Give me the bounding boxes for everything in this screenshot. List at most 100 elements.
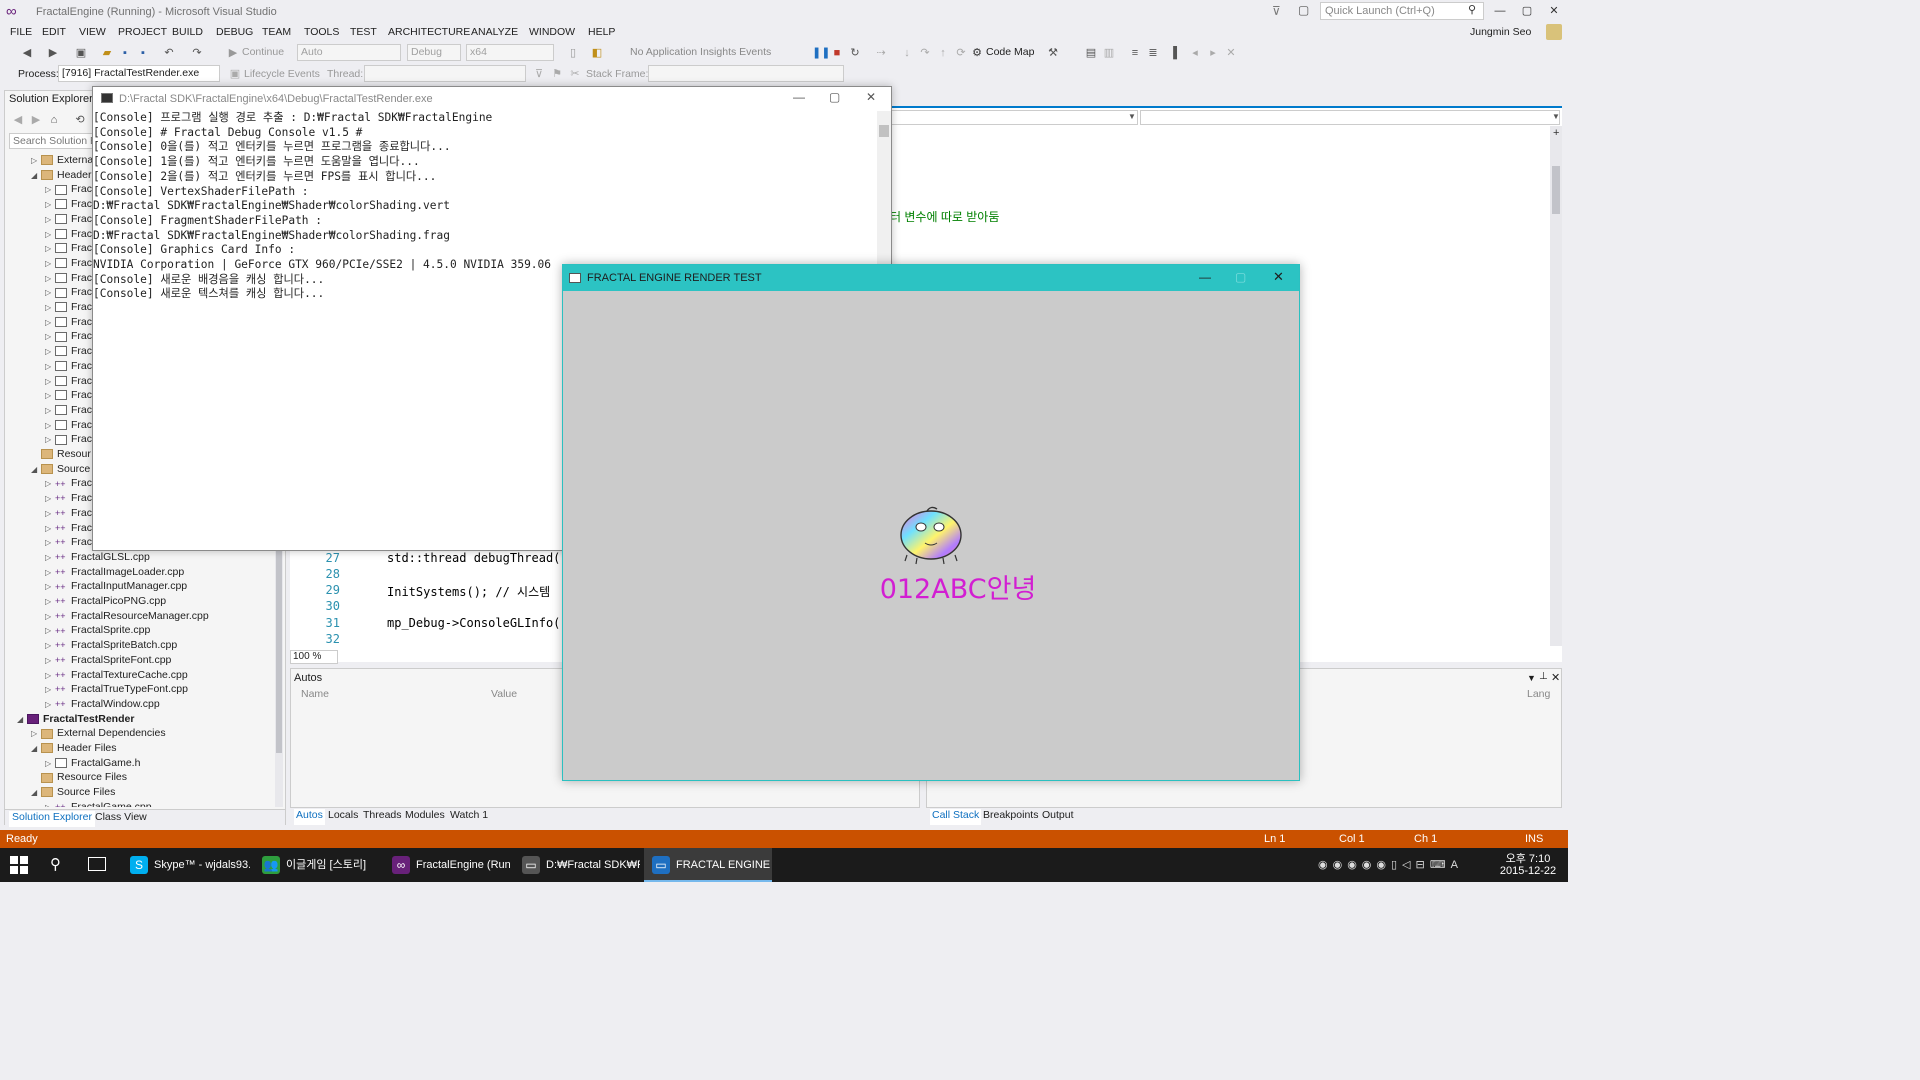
collapsed-arrow-icon[interactable]: ▷	[45, 683, 55, 698]
tree-item[interactable]: Resour	[31, 447, 91, 462]
tree-item[interactable]: ▷ Frac	[45, 432, 92, 447]
tab-threads[interactable]: Threads	[363, 809, 402, 825]
tree-item[interactable]: ▷ ++ FractalSpriteBatch.cpp	[45, 638, 177, 653]
tree-item[interactable]: ▷ ++ FractalSpriteFont.cpp	[45, 653, 171, 668]
render-window[interactable]: FRACTAL ENGINE RENDER TEST — ▢ ✕ 012ABC안…	[562, 264, 1300, 781]
back-icon[interactable]: ◀	[20, 46, 34, 60]
continue-button[interactable]: Continue	[242, 46, 284, 58]
callstack-col-lang[interactable]: Lang	[1527, 688, 1550, 700]
collapsed-arrow-icon[interactable]: ▷	[45, 757, 55, 772]
autos-col-value[interactable]: Value	[491, 688, 517, 700]
tree-item[interactable]: ▷ External Dependencies	[31, 726, 166, 741]
tree-item[interactable]: ▷ ++ FractalWindow.cpp	[45, 697, 160, 712]
tree-item[interactable]: ▷ Frac	[45, 329, 92, 344]
collapsed-arrow-icon[interactable]: ▷	[45, 404, 55, 419]
collapsed-arrow-icon[interactable]: ▷	[45, 301, 55, 316]
redo-icon[interactable]: ↷	[190, 46, 204, 60]
flag-threads-icon[interactable]: ⚑	[550, 67, 564, 81]
panel-close-icon[interactable]: ✕	[1551, 671, 1560, 684]
step-into-icon[interactable]: ↓	[900, 46, 914, 60]
menu-tools[interactable]: TOOLS	[304, 26, 339, 38]
tab-watch-1[interactable]: Watch 1	[450, 809, 488, 825]
feedback-icon[interactable]: ▢	[1298, 3, 1309, 17]
find-icon[interactable]: ◧	[590, 46, 604, 60]
task-view-icon[interactable]	[88, 857, 106, 871]
editor-scroll-thumb[interactable]	[1552, 166, 1560, 214]
tree-item[interactable]: ▷ ++ FractalSprite.cpp	[45, 623, 150, 638]
menu-build[interactable]: BUILD	[172, 26, 203, 38]
continue-icon[interactable]: ▶	[226, 46, 240, 60]
tab-locals[interactable]: Locals	[328, 809, 358, 825]
tree-item[interactable]: ▷ Frac	[45, 418, 92, 433]
collapsed-arrow-icon[interactable]: ▷	[31, 727, 41, 742]
tree-item[interactable]: ▷ Frac	[45, 197, 92, 212]
tree-item[interactable]: ▷ ++ Frac	[45, 521, 92, 536]
collapsed-arrow-icon[interactable]: ▷	[45, 580, 55, 595]
se-forward-icon[interactable]: ▶	[29, 113, 43, 127]
new-project-icon[interactable]: ▣	[74, 46, 88, 60]
filter-threads-icon[interactable]: ⊽	[532, 67, 546, 81]
tab-class-view[interactable]: Class View	[95, 811, 147, 827]
split-stacks-icon[interactable]: ✂	[568, 67, 582, 81]
undo-icon[interactable]: ↶	[162, 46, 176, 60]
restart-icon[interactable]: ↻	[848, 46, 862, 60]
tree-item[interactable]: ▷ ++ Frac	[45, 476, 92, 491]
render-minimize-button[interactable]: —	[1199, 270, 1211, 284]
tree-item[interactable]: ▷ Frac	[45, 359, 92, 374]
console-close-button[interactable]: ✕	[866, 90, 876, 104]
collapsed-arrow-icon[interactable]: ▷	[45, 477, 55, 492]
show-next-statement-icon[interactable]: ⇢	[874, 46, 888, 60]
tab-autos[interactable]: Autos	[294, 809, 325, 825]
platform-select[interactable]: x64	[466, 44, 554, 61]
search-taskbar-icon[interactable]: ⚲	[50, 855, 61, 873]
tab-breakpoints[interactable]: Breakpoints	[983, 809, 1038, 825]
tree-item[interactable]: ▷ Externa	[31, 153, 93, 168]
home-icon[interactable]: ⌂	[47, 113, 61, 127]
tree-item[interactable]: ◢ FractalTestRender	[17, 712, 134, 727]
menu-analyze[interactable]: ANALYZE	[471, 26, 518, 38]
collapsed-arrow-icon[interactable]: ▷	[45, 624, 55, 639]
tree-item[interactable]: ▷ Frac	[45, 182, 92, 197]
tree-item[interactable]: ▷ Frac	[45, 285, 92, 300]
close-button[interactable]: ✕	[1542, 2, 1566, 20]
collapsed-arrow-icon[interactable]: ▷	[45, 669, 55, 684]
console-minimize-button[interactable]: —	[793, 90, 805, 104]
next-bookmark-icon[interactable]: ▸	[1206, 46, 1220, 60]
taskbar-app[interactable]: S Skype™ - wjdals93...	[122, 848, 250, 882]
code-line[interactable]: std::thread debugThread(	[387, 551, 560, 565]
comment-icon[interactable]: ≡	[1128, 46, 1142, 60]
pin-icon[interactable]: ⊥	[1539, 671, 1548, 682]
collapsed-arrow-icon[interactable]: ▷	[45, 610, 55, 625]
code-map-icon[interactable]: ⚙	[970, 46, 984, 60]
collapsed-arrow-icon[interactable]: ▷	[45, 566, 55, 581]
expanded-arrow-icon[interactable]: ◢	[31, 786, 41, 801]
collapsed-arrow-icon[interactable]: ▷	[45, 801, 55, 807]
tab-call-stack[interactable]: Call Stack	[930, 809, 982, 825]
collapsed-arrow-icon[interactable]: ▷	[45, 492, 55, 507]
flag-icon[interactable]: ▥	[1102, 46, 1116, 60]
maximize-button[interactable]: ▢	[1515, 2, 1539, 20]
split-icon[interactable]: +	[1553, 127, 1559, 139]
menu-team[interactable]: TEAM	[262, 26, 291, 38]
menu-edit[interactable]: EDIT	[42, 26, 66, 38]
tree-item[interactable]: ▷ ++ Frac	[45, 506, 92, 521]
code-line[interactable]: mp_Debug->ConsoleGLInfo(	[387, 616, 560, 630]
save-icon[interactable]: ▪	[118, 46, 132, 60]
collapsed-arrow-icon[interactable]: ▷	[45, 272, 55, 287]
lifecycle-icon[interactable]: ▣	[228, 67, 242, 81]
tree-item[interactable]: Resource Files	[31, 770, 127, 785]
menu-architecture[interactable]: ARCHITECTURE	[388, 26, 470, 38]
quick-launch-input[interactable]: Quick Launch (Ctrl+Q)	[1320, 2, 1484, 20]
tree-item[interactable]: ▷ Frac	[45, 388, 92, 403]
lifecycle-events-button[interactable]: Lifecycle Events	[244, 68, 320, 80]
zoom-select[interactable]: 100 %	[290, 650, 338, 664]
scope-dropdown[interactable]	[890, 110, 1138, 125]
menu-help[interactable]: HELP	[588, 26, 615, 38]
user-avatar[interactable]	[1546, 24, 1562, 40]
collapsed-arrow-icon[interactable]: ▷	[45, 242, 55, 257]
clear-bookmark-icon[interactable]: ✕	[1224, 46, 1238, 60]
stop-icon[interactable]: ■	[830, 46, 844, 60]
collapsed-arrow-icon[interactable]: ▷	[45, 316, 55, 331]
prev-bookmark-icon[interactable]: ◂	[1188, 46, 1202, 60]
insights-button[interactable]: No Application Insights Events	[630, 46, 771, 58]
